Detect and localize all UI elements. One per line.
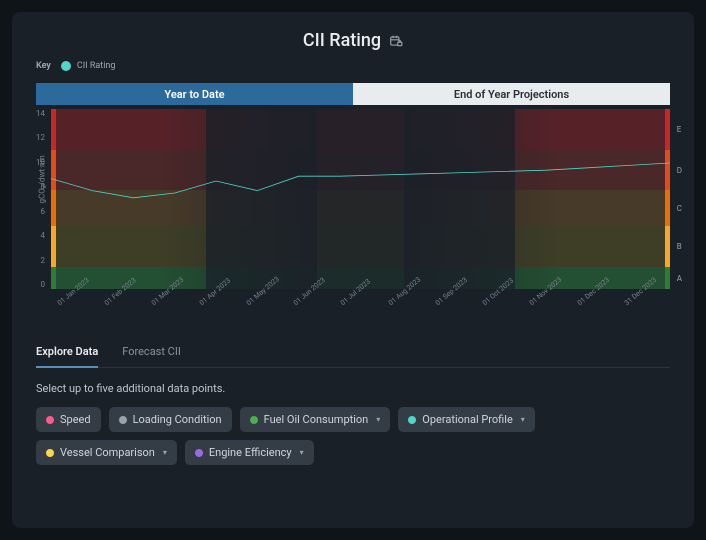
rating-label: A — [677, 267, 682, 289]
y-tick: 10 — [36, 158, 45, 167]
y-tick: 2 — [41, 256, 46, 265]
tab-explore-data[interactable]: Explore Data — [36, 337, 98, 368]
chip-fuel-oil-consumption[interactable]: Fuel Oil Consumption ▾ — [240, 407, 391, 432]
y-tick: 8 — [41, 182, 46, 191]
legend-series-name: CII Rating — [77, 61, 116, 71]
chevron-down-icon: ▾ — [376, 415, 380, 424]
data-point-chips: Speed Loading Condition Fuel Oil Consump… — [36, 407, 670, 465]
y-tick: 0 — [41, 280, 46, 289]
tabs: Explore Data Forecast CII — [36, 337, 670, 368]
chevron-down-icon: ▾ — [300, 448, 304, 457]
chip-loading-condition[interactable]: Loading Condition — [109, 407, 232, 432]
segmented-control: Year to Date End of Year Projections — [36, 83, 670, 105]
rating-label: E — [677, 109, 682, 150]
dot-icon — [195, 449, 203, 457]
rating-label: B — [677, 226, 682, 267]
chip-label: Operational Profile — [422, 413, 513, 426]
legend: Key CII Rating — [36, 61, 670, 71]
chevron-down-icon: ▾ — [521, 415, 525, 424]
dot-icon — [408, 416, 416, 424]
segment-end-of-year[interactable]: End of Year Projections — [353, 83, 670, 105]
chevron-down-icon: ▾ — [163, 448, 167, 457]
dot-icon — [250, 416, 258, 424]
chip-label: Speed — [60, 413, 91, 426]
selection-hint: Select up to five additional data points… — [36, 382, 670, 395]
page-title: CII Rating — [303, 30, 381, 51]
chart: gCO₂/dwt·nm 14 12 10 8 6 4 2 0 — [36, 109, 670, 289]
title-row: CII Rating — [36, 30, 670, 51]
rating-axis: E D C B A — [677, 109, 682, 289]
y-tick: 4 — [41, 231, 46, 240]
calendar-locked-icon[interactable] — [389, 34, 403, 48]
legend-key-label: Key — [36, 61, 51, 71]
dot-icon — [46, 416, 54, 424]
chip-engine-efficiency[interactable]: Engine Efficiency ▾ — [185, 440, 314, 465]
chip-label: Fuel Oil Consumption — [264, 413, 369, 426]
y-tick: 14 — [36, 109, 45, 118]
y-tick: 12 — [36, 133, 45, 142]
dot-icon — [46, 449, 54, 457]
x-axis: 01 Jan 2023 01 Feb 2023 01 Mar 2023 01 A… — [56, 291, 670, 321]
cii-line — [51, 109, 670, 289]
chip-label: Vessel Comparison — [60, 446, 155, 459]
chip-operational-profile[interactable]: Operational Profile ▾ — [398, 407, 535, 432]
chip-label: Engine Efficiency — [209, 446, 292, 459]
chip-vessel-comparison[interactable]: Vessel Comparison ▾ — [36, 440, 177, 465]
segment-year-to-date[interactable]: Year to Date — [36, 83, 353, 105]
legend-swatch-cii — [61, 61, 71, 71]
rating-label: C — [677, 190, 682, 226]
plot-area — [51, 109, 670, 289]
dot-icon — [119, 416, 127, 424]
y-tick: 6 — [41, 207, 46, 216]
rating-label: D — [677, 150, 682, 190]
tab-forecast-cii[interactable]: Forecast CII — [122, 337, 181, 368]
chip-label: Loading Condition — [133, 413, 222, 426]
y-axis: 14 12 10 8 6 4 2 0 — [36, 109, 49, 289]
cii-card: CII Rating Key CII Rating Year to Date E… — [12, 12, 694, 528]
chip-speed[interactable]: Speed — [36, 407, 101, 432]
